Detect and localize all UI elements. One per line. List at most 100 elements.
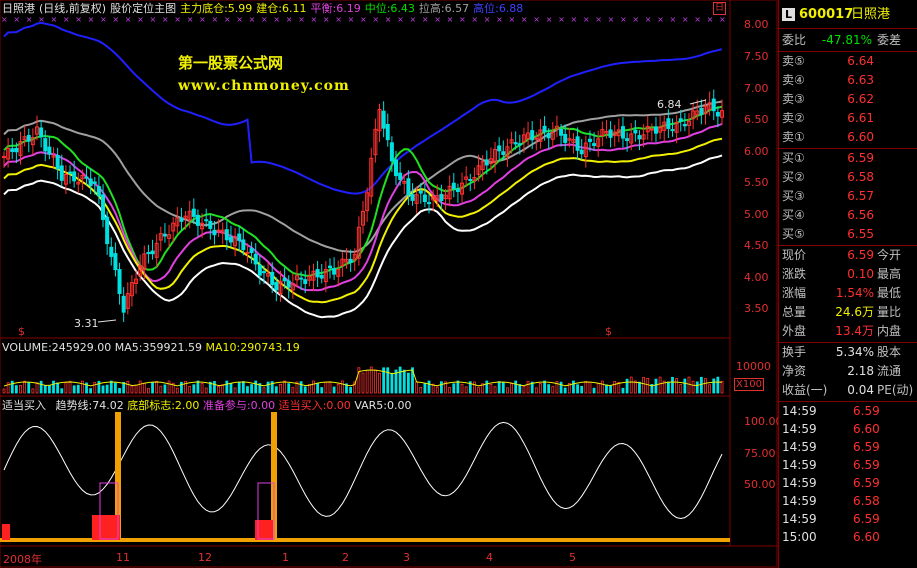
stat-label: PE(动) [877, 383, 914, 397]
signal-x-mark: × [298, 15, 305, 24]
chart-canvas[interactable]: $ $ × × × × × × × × × × × × × × × × × × × × × × × × × × × × × × × × × × × ×… [0, 0, 778, 568]
indicator-buy: 适当买入:0.00 [278, 399, 351, 412]
candle-body [92, 181, 97, 184]
sell-5-row[interactable]: 卖⑤ 6.64 [779, 52, 917, 71]
candle-body [216, 229, 221, 232]
volume-bar [654, 378, 658, 394]
candle-body [286, 280, 291, 288]
candle-body [666, 118, 671, 129]
candle-body [410, 194, 415, 201]
volume-unit-button[interactable]: X100 [734, 378, 764, 391]
volume-bar [440, 381, 443, 394]
stat-label: 总量 [782, 305, 807, 319]
stat-label: 量比 [877, 305, 902, 319]
chart-mode: (日线,前复权) [39, 2, 107, 15]
volume-bar [543, 380, 546, 394]
volume-bar [320, 387, 324, 394]
tick-row: 14:59 6.59 [779, 510, 917, 528]
candle-body [542, 125, 547, 133]
volume-bar [52, 380, 55, 394]
volume-bar [580, 385, 584, 394]
signal-x-mark: × [224, 15, 231, 24]
stock-code: 600017 [799, 7, 854, 22]
volume-bar [448, 387, 452, 394]
volume-bar [60, 388, 64, 394]
buy-5-row[interactable]: 买⑤ 6.55 [779, 225, 917, 244]
tick-row: 14:59 6.59 [779, 456, 917, 474]
tick-price: 6.59 [853, 512, 880, 526]
volume-bar [39, 380, 43, 394]
candle-body [418, 190, 423, 194]
tick-row: 14:59 6.58 [779, 492, 917, 510]
candle-body [39, 127, 44, 138]
candle-body [253, 253, 258, 265]
sell-2-label: 卖② [782, 111, 805, 125]
signal-x-mark: × [75, 15, 82, 24]
volume-bar [27, 382, 31, 394]
volume-bar [621, 387, 625, 394]
candle-body [270, 271, 275, 286]
candle-body [105, 216, 110, 245]
watermark-url[interactable]: www.chnmoney.com [178, 78, 350, 94]
tick-row: 14:59 6.59 [779, 438, 917, 456]
buy-3-row[interactable]: 买③ 6.57 [779, 187, 917, 206]
signal-x-mark: × [51, 15, 58, 24]
candle-body [394, 159, 399, 177]
signal-x-mark: × [249, 15, 256, 24]
date-label: 2008年 [3, 553, 42, 566]
close-box[interactable]: 日 [713, 2, 726, 15]
volume-bar [666, 381, 670, 394]
signal-x-mark: × [261, 15, 268, 24]
candle-body [10, 148, 15, 153]
price-axis-600: 6.00 [744, 145, 769, 158]
signal-x-mark: × [100, 15, 107, 24]
volume-bar [10, 380, 14, 394]
signal-x-mark: × [583, 15, 590, 24]
stat-row-turnover: 换手 5.34% 股本 [779, 343, 917, 362]
candle-body [117, 269, 122, 294]
date-label: 4 [486, 551, 493, 564]
signal-x-mark: × [38, 15, 45, 24]
tick-time: 14:59 [782, 422, 817, 436]
volume-bar [167, 380, 171, 394]
volume-bar [576, 384, 579, 394]
stat-label: 最低 [877, 286, 902, 300]
volume-bar [159, 385, 163, 394]
volume-bar [691, 380, 695, 394]
candle-body [439, 193, 444, 202]
volume-bar [646, 377, 650, 394]
indicator-zhulidicang: 主力底仓:5.99 [180, 2, 253, 15]
buy-4-row[interactable]: 买④ 6.56 [779, 206, 917, 225]
signal-x-mark: × [348, 15, 355, 24]
volume-bar [89, 388, 93, 394]
stat-value: 0.04 [847, 383, 874, 397]
buy-1-row[interactable]: 买① 6.59 [779, 149, 917, 168]
sell-2-row[interactable]: 卖② 6.61 [779, 109, 917, 128]
sell-1-row[interactable]: 卖① 6.60 [779, 128, 917, 147]
volume-axis-label: 10000 [736, 360, 771, 373]
volume-bar [340, 380, 344, 394]
buy-4-price: 6.56 [847, 208, 874, 222]
signal-x-mark: × [521, 15, 528, 24]
tick-time: 14:59 [782, 458, 817, 472]
volume-bar [609, 385, 612, 394]
candle-body [579, 149, 584, 155]
sell-4-row[interactable]: 卖④ 6.63 [779, 71, 917, 90]
volume-bar [217, 386, 220, 394]
candle-body [249, 248, 254, 253]
volume-bar [299, 381, 303, 394]
sell-3-row[interactable]: 卖③ 6.62 [779, 90, 917, 109]
stat-row-price: 现价 6.59 今开 [779, 246, 917, 265]
volume-bar [584, 381, 588, 394]
indicator-jiancang: 建仓:6.11 [256, 2, 307, 15]
buy-2-row[interactable]: 买② 6.58 [779, 168, 917, 187]
candle-body [517, 143, 522, 146]
volume-bar [192, 384, 196, 394]
signal-x-mark: × [13, 15, 20, 24]
price-axis-650: 6.50 [744, 113, 769, 126]
volume-bar [126, 380, 130, 394]
signal-x-mark: × [410, 15, 417, 24]
signal-x-mark: × [1, 15, 8, 24]
stat-row-pct: 涨幅 1.54% 最低 [779, 284, 917, 303]
volume-bar [122, 382, 126, 394]
